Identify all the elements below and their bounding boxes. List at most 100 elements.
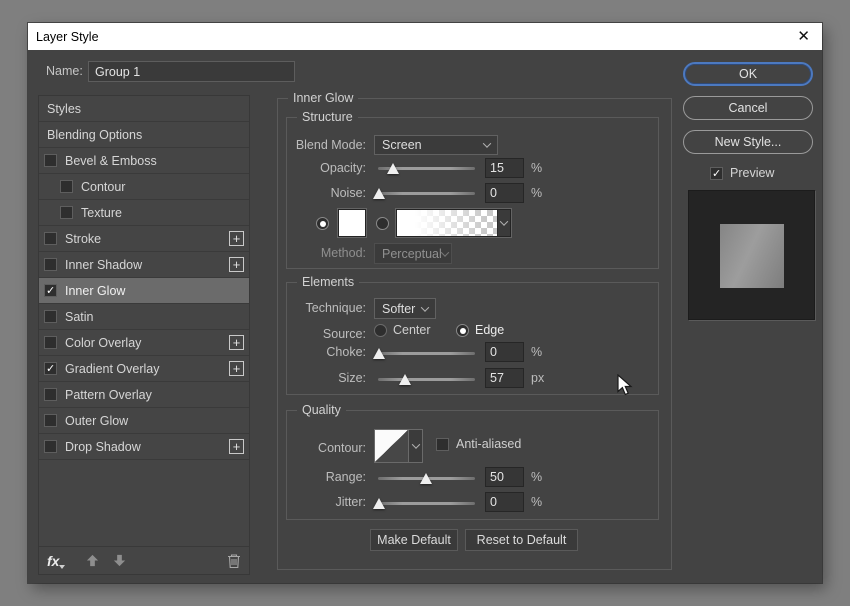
noise-slider[interactable] xyxy=(378,192,475,195)
range-slider-thumb[interactable] xyxy=(420,473,432,484)
jitter-input[interactable] xyxy=(485,492,524,512)
add-effect-instance-button[interactable]: + xyxy=(229,439,244,454)
glow-color-swatch[interactable] xyxy=(338,209,366,237)
contour-dropdown-button[interactable] xyxy=(409,429,423,463)
effect-checkbox[interactable] xyxy=(44,440,57,453)
gradient-preview[interactable] xyxy=(397,210,497,236)
new-style-button[interactable]: New Style... xyxy=(683,130,813,154)
opacity-label: Opacity: xyxy=(287,158,366,178)
add-effect-instance-button[interactable]: + xyxy=(229,335,244,350)
style-preview-thumbnail xyxy=(688,190,815,320)
sidebar-item-styles[interactable]: Styles xyxy=(39,96,249,122)
effect-checkbox[interactable] xyxy=(44,336,57,349)
gradient-picker[interactable] xyxy=(396,209,511,237)
range-input[interactable] xyxy=(485,467,524,487)
effect-checkbox[interactable] xyxy=(60,206,73,219)
sidebar-item-drop-shadow[interactable]: Drop Shadow+ xyxy=(39,434,249,460)
ok-button[interactable]: OK xyxy=(683,62,813,86)
preview-gradient-square xyxy=(720,224,784,288)
size-slider-thumb[interactable] xyxy=(399,374,411,385)
effect-checkbox[interactable] xyxy=(44,232,57,245)
range-slider[interactable] xyxy=(378,477,475,480)
range-label: Range: xyxy=(287,467,366,487)
sidebar-item-outer-glow[interactable]: Outer Glow xyxy=(39,408,249,434)
effect-checkbox[interactable] xyxy=(44,310,57,323)
sidebar-item-blending-options[interactable]: Blending Options xyxy=(39,122,249,148)
preview-toggle[interactable]: Preview xyxy=(710,166,774,180)
add-effect-instance-button[interactable]: + xyxy=(229,257,244,272)
choke-slider-thumb[interactable] xyxy=(373,348,385,359)
sidebar-item-gradient-overlay[interactable]: Gradient Overlay+ xyxy=(39,356,249,382)
noise-unit: % xyxy=(531,183,542,203)
sidebar-item-stroke[interactable]: Stroke+ xyxy=(39,226,249,252)
range-unit: % xyxy=(531,467,542,487)
name-input[interactable] xyxy=(88,61,295,82)
chevron-down-icon xyxy=(411,440,419,448)
gradient-radio[interactable] xyxy=(376,217,389,230)
add-effect-instance-button[interactable]: + xyxy=(229,361,244,376)
name-label: Name: xyxy=(46,61,83,82)
dialog-titlebar[interactable]: Layer Style ✕ xyxy=(28,23,822,50)
make-default-button[interactable]: Make Default xyxy=(370,529,458,551)
sidebar-item-label: Inner Shadow xyxy=(65,258,142,272)
sidebar-item-label: Satin xyxy=(65,310,94,324)
effect-checkbox[interactable] xyxy=(44,284,57,297)
choke-input[interactable] xyxy=(485,342,524,362)
gradient-dropdown-button[interactable] xyxy=(497,210,510,236)
preview-label: Preview xyxy=(730,166,774,180)
size-input[interactable] xyxy=(485,368,524,388)
opacity-slider[interactable] xyxy=(378,167,475,170)
add-effect-instance-button[interactable]: + xyxy=(229,231,244,246)
sidebar-item-inner-shadow[interactable]: Inner Shadow + xyxy=(39,252,249,278)
sidebar-item-label: Pattern Overlay xyxy=(65,388,152,402)
choke-slider[interactable] xyxy=(378,352,475,355)
noise-input[interactable] xyxy=(485,183,524,203)
quality-legend: Quality xyxy=(297,403,346,417)
sidebar-item-contour[interactable]: Contour xyxy=(39,174,249,200)
sidebar-item-label: Contour xyxy=(81,180,125,194)
source-center-radio[interactable] xyxy=(374,324,387,337)
elements-legend: Elements xyxy=(297,275,359,289)
sidebar-item-satin[interactable]: Satin xyxy=(39,304,249,330)
sidebar-item-pattern-overlay[interactable]: Pattern Overlay xyxy=(39,382,249,408)
jitter-slider[interactable] xyxy=(378,502,475,505)
cancel-button[interactable]: Cancel xyxy=(683,96,813,120)
move-effect-up-icon[interactable] xyxy=(85,553,100,568)
source-center-label: Center xyxy=(393,324,431,337)
technique-value: Softer xyxy=(382,302,415,316)
sidebar-item-color-overlay[interactable]: Color Overlay+ xyxy=(39,330,249,356)
effect-checkbox[interactable] xyxy=(44,258,57,271)
sidebar-item-texture[interactable]: Texture xyxy=(39,200,249,226)
size-slider[interactable] xyxy=(378,378,475,381)
technique-dropdown[interactable]: Softer xyxy=(374,298,436,319)
source-edge-radio[interactable] xyxy=(456,324,469,337)
effect-checkbox[interactable] xyxy=(44,362,57,375)
method-dropdown: Perceptual xyxy=(374,243,452,264)
blend-mode-dropdown[interactable]: Screen xyxy=(374,135,498,155)
jitter-label: Jitter: xyxy=(287,492,366,512)
close-icon[interactable]: ✕ xyxy=(797,29,810,44)
effect-checkbox[interactable] xyxy=(44,388,57,401)
effect-checkbox[interactable] xyxy=(44,414,57,427)
noise-slider-thumb[interactable] xyxy=(373,188,385,199)
noise-label: Noise: xyxy=(287,183,366,203)
sidebar-item-label: Texture xyxy=(81,206,122,220)
sidebar-item-bevel-emboss[interactable]: Bevel & Emboss xyxy=(39,148,249,174)
solid-color-radio[interactable] xyxy=(316,217,329,230)
effect-checkbox[interactable] xyxy=(60,180,73,193)
opacity-input[interactable] xyxy=(485,158,524,178)
jitter-slider-thumb[interactable] xyxy=(373,498,385,509)
contour-thumbnail[interactable] xyxy=(374,429,409,463)
sidebar-list: StylesBlending OptionsBevel & Emboss Cont… xyxy=(39,96,249,460)
effect-checkbox[interactable] xyxy=(44,154,57,167)
chevron-down-icon xyxy=(421,303,429,311)
reset-to-default-button[interactable]: Reset to Default xyxy=(465,529,578,551)
sidebar-item-inner-glow[interactable]: Inner Glow xyxy=(39,278,249,304)
delete-effect-trash-icon[interactable] xyxy=(227,553,241,569)
opacity-slider-thumb[interactable] xyxy=(387,163,399,174)
method-value: Perceptual xyxy=(382,247,442,261)
move-effect-down-icon[interactable] xyxy=(112,553,127,568)
preview-checkbox[interactable] xyxy=(710,167,723,180)
anti-aliased-checkbox[interactable] xyxy=(436,438,449,451)
fx-menu-icon[interactable]: fx xyxy=(47,553,59,569)
